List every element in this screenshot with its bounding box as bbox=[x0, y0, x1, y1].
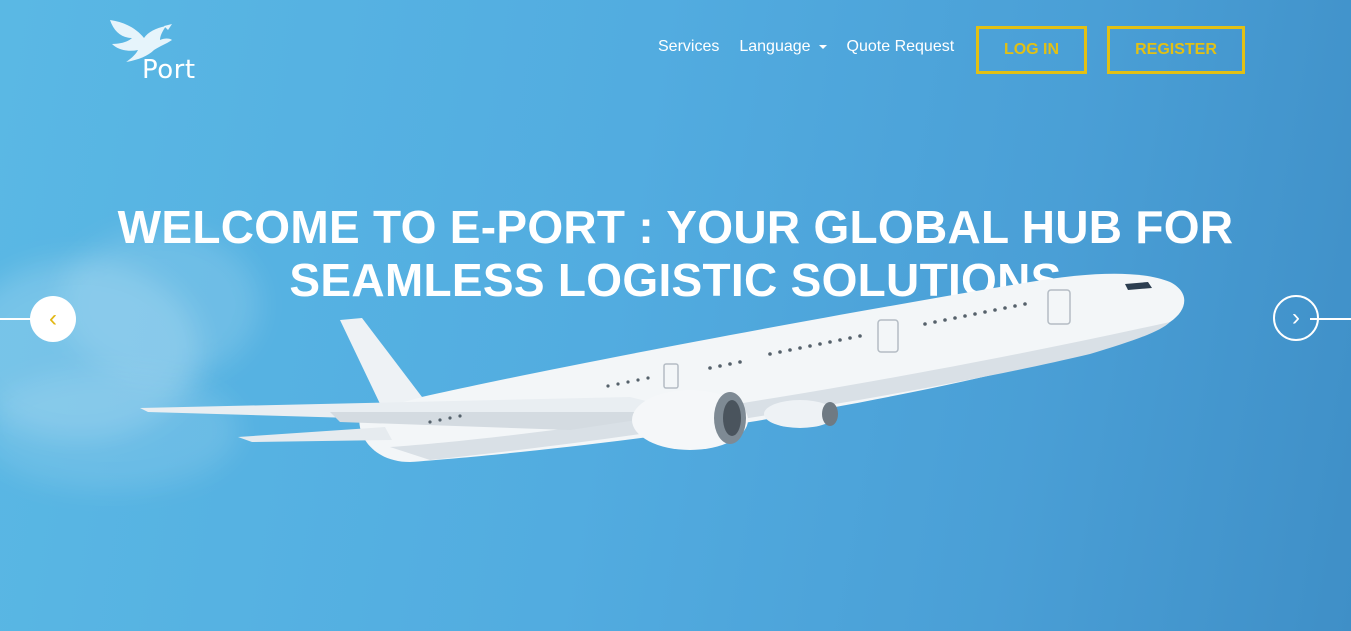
carousel-prev-button[interactable]: ‹ bbox=[30, 296, 76, 342]
logo-text[interactable]: Port bbox=[142, 55, 196, 85]
top-nav: Services Language Quote Request bbox=[658, 38, 974, 56]
nav-services[interactable]: Services bbox=[658, 38, 719, 56]
nav-language-label: Language bbox=[739, 38, 811, 55]
register-button[interactable]: REGISTER bbox=[1107, 26, 1245, 74]
carousel-next-button[interactable]: › bbox=[1273, 295, 1319, 341]
nav-quote-request[interactable]: Quote Request bbox=[847, 38, 955, 56]
chevron-left-icon: ‹ bbox=[49, 305, 57, 332]
chevron-right-icon: › bbox=[1292, 304, 1300, 331]
hero-banner: Port Services Language Quote Request LOG… bbox=[0, 0, 1351, 631]
hero-title-line-1: WELCOME TO E-PORT : YOUR GLOBAL HUB FOR bbox=[117, 201, 1234, 253]
airplane-image bbox=[140, 273, 1185, 462]
caret-down-icon bbox=[818, 44, 827, 49]
login-button[interactable]: LOG IN bbox=[976, 26, 1087, 74]
nav-language-dropdown[interactable]: Language bbox=[739, 38, 827, 56]
